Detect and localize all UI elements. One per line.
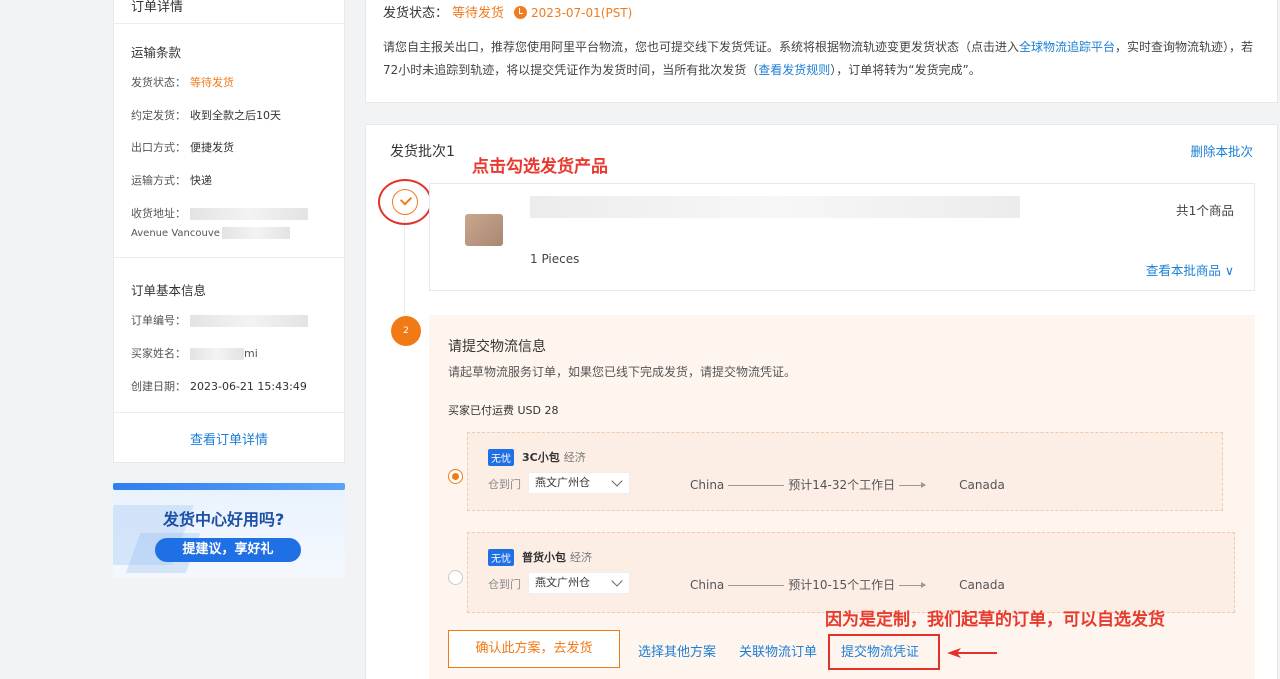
logistics-title: 请提交物流信息 (448, 339, 546, 355)
agreed-ship-row: 约定发货： 收到全款之后10天 (131, 109, 281, 122)
redacted-buyer-name (190, 348, 244, 360)
logistics-option[interactable]: 无忧 3C小包 经济 仓到门 燕文广州仓 China 预计14-32个工作日 Cana… (467, 432, 1223, 511)
shipping-status-card: 发货状态： 等待发货 2023-07-01(PST) 请您自主报关出口，推荐您使用阿… (365, 0, 1278, 103)
option-tag: 无忧 (488, 549, 514, 566)
created-date-row: 创建日期： 2023-06-21 15:43:49 (131, 380, 307, 393)
warehouse-label: 仓到门 (488, 578, 521, 591)
redacted-product-name (530, 196, 1020, 218)
warehouse-select[interactable]: 燕文广州仓 (528, 472, 630, 494)
logistics-option[interactable]: 无忧 普货小包 经济 仓到门 燕文广州仓 China 预计10-15个工作日 Cana… (467, 532, 1235, 613)
batch-title: 发货批次1 (390, 144, 455, 160)
logistics-description: 请起草物流服务订单，如果您已线下完成发货，请提交物流凭证。 (448, 365, 797, 379)
confirm-plan-button[interactable]: 确认此方案，去发货 (448, 630, 620, 668)
delete-batch-link[interactable]: 删除本批次 (1190, 141, 1253, 160)
buyer-name-row: 买家姓名： mi (131, 347, 258, 360)
step-2-indicator: 2 (391, 316, 421, 346)
status-deadline: 2023-07-01(PST) (531, 6, 633, 20)
status-value: 等待发货 (452, 6, 505, 21)
view-order-details-link[interactable]: 查看订单详情 (114, 429, 344, 448)
divider (114, 23, 344, 24)
logistics-info-section: 请提交物流信息 请起草物流服务订单，如果您已线下完成发货，请提交物流凭证。 买家… (429, 315, 1255, 679)
product-thumbnail (449, 194, 521, 266)
option-tag: 无忧 (488, 449, 514, 466)
buyer-paid-shipping: 买家已付运费 USD 28 (448, 404, 559, 417)
shipping-batch-card: 发货批次1 删除本批次 点击勾选发货产品 1 Pieces 共1个商品 查看本批… (365, 124, 1278, 679)
warehouse-select[interactable]: 燕文广州仓 (528, 572, 630, 594)
step-connector (404, 217, 405, 317)
order-details-title: 订单详情 (131, 0, 184, 15)
status-description: 请您自主报关出口，推荐您使用阿里平台物流，您也可提交线下发货凭证。系统将根据物流… (383, 40, 1254, 77)
option-name: 普货小包 经济 (522, 551, 592, 564)
logistics-tracking-link[interactable]: 全球物流追踪平台 (1019, 40, 1115, 54)
link-logistics-order-link[interactable]: 关联物流订单 (739, 641, 817, 660)
redacted-address (190, 208, 308, 220)
choose-other-plan-link[interactable]: 选择其他方案 (638, 641, 716, 660)
clock-icon (514, 6, 528, 19)
address-row: 收货地址： (131, 205, 308, 221)
shipping-route: China 预计10-15个工作日 Canada (690, 578, 1005, 592)
basic-info-heading: 订单基本信息 (131, 283, 207, 298)
redacted-order-number (190, 315, 308, 327)
product-box: 1 Pieces 共1个商品 查看本批商品 ∨ (429, 183, 1255, 291)
shipping-rules-link[interactable]: 查看发货规则 (758, 63, 830, 77)
option-2-radio[interactable] (448, 570, 463, 585)
banner-strip (113, 483, 345, 490)
banner-title: 发货中心好用吗? (163, 510, 285, 529)
export-method-row: 出口方式： 便捷发货 (131, 141, 234, 154)
annotation-select-products: 点击勾选发货产品 (472, 157, 608, 177)
transport-method-row: 运输方式： 快递 (131, 174, 212, 187)
view-batch-products-link[interactable]: 查看本批商品 ∨ (1146, 260, 1234, 279)
option-name: 3C小包 经济 (522, 451, 586, 464)
annotation-custom-order: 因为是定制，我们起草的订单，可以自选发货 (825, 610, 1165, 630)
divider (114, 257, 344, 258)
shipping-route: China 预计14-32个工作日 Canada (690, 478, 1005, 492)
ship-status-row: 发货状态： 等待发货 (131, 76, 234, 89)
status-line: 发货状态： 等待发货 2023-07-01(PST) (383, 6, 633, 21)
feedback-banner[interactable]: 发货中心好用吗? 提建议，享好礼 (113, 483, 345, 578)
product-count: 共1个商品 (1176, 203, 1234, 218)
arrow-right-icon (899, 582, 927, 588)
select-products-checkbox[interactable] (392, 189, 418, 215)
submit-voucher-link[interactable]: 提交物流凭证 (841, 641, 919, 660)
warehouse-label: 仓到门 (488, 478, 521, 491)
shipping-terms-heading: 运输条款 (131, 45, 182, 60)
arrow-right-icon (899, 482, 927, 488)
option-1-radio[interactable] (448, 469, 463, 484)
order-details-panel: 订单详情 运输条款 发货状态： 等待发货 约定发货： 收到全款之后10天 出口方式：… (113, 0, 345, 463)
annotation-arrow-icon (947, 648, 997, 658)
address-line2: Avenue Vancouve (131, 227, 290, 239)
feedback-button[interactable]: 提建议，享好礼 (155, 538, 301, 562)
divider (114, 412, 344, 413)
product-quantity: 1 Pieces (530, 252, 580, 266)
order-number-row: 订单编号： (131, 312, 308, 328)
chevron-down-icon: ∨ (1224, 263, 1234, 278)
